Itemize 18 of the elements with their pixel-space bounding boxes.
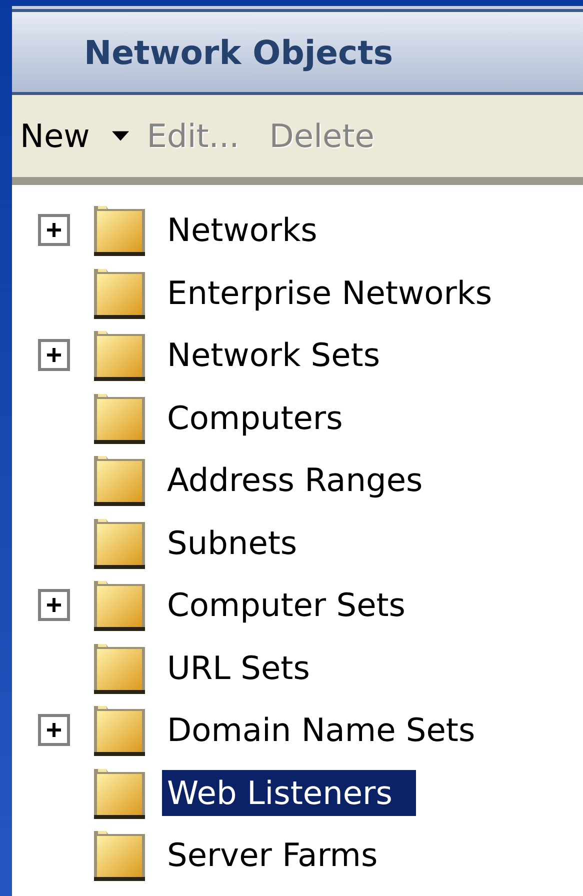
- tree-item[interactable]: Computers: [162, 394, 348, 441]
- tree-item[interactable]: Domain Name Sets: [162, 707, 480, 754]
- tree-item[interactable]: Enterprise Networks: [162, 270, 498, 316]
- tree-item[interactable]: Subnets: [162, 520, 302, 566]
- tree-item[interactable]: Server Farms: [162, 832, 383, 878]
- tree-item[interactable]: Networks: [162, 207, 322, 254]
- expand-icon[interactable]: [38, 714, 70, 746]
- tree-item[interactable]: Computer Sets: [162, 582, 410, 628]
- dropdown-caret-icon[interactable]: [112, 131, 129, 141]
- panel-title: Network Objects: [84, 32, 393, 72]
- tree-item[interactable]: Network Sets: [162, 332, 385, 378]
- tree-item[interactable]: Address Ranges: [162, 457, 428, 504]
- expand-icon[interactable]: [38, 589, 70, 622]
- toolbar-button[interactable]: New: [16, 117, 94, 155]
- tree-item[interactable]: URL Sets: [162, 644, 315, 691]
- expand-icon[interactable]: [38, 339, 70, 372]
- tree-item[interactable]: Web Listeners: [162, 770, 416, 816]
- expand-icon[interactable]: [38, 214, 70, 246]
